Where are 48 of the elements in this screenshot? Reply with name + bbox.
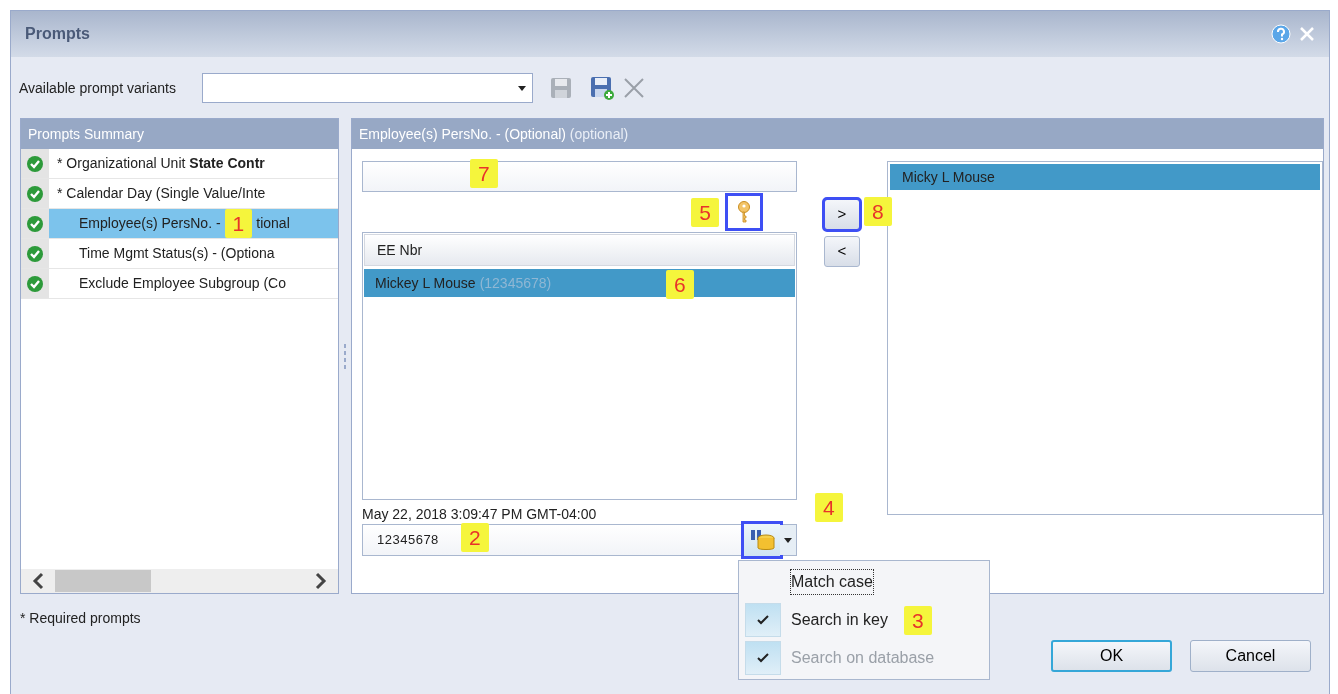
check-icon	[757, 653, 769, 663]
list-row[interactable]: Micky L Mouse	[890, 164, 1320, 190]
check-icon	[757, 615, 769, 625]
ok-button[interactable]: OK	[1051, 640, 1172, 672]
column-header: EE Nbr	[364, 234, 795, 266]
search-button[interactable]	[743, 523, 781, 557]
callout-label: 8	[864, 197, 892, 226]
menu-item[interactable]: Match case	[739, 563, 989, 601]
timestamp-text: May 22, 2018 3:09:47 PM GMT-04:00	[362, 505, 598, 524]
save-icon[interactable]	[548, 76, 573, 100]
footnote-text: * Required prompts	[20, 609, 141, 628]
delete-icon[interactable]	[622, 77, 645, 99]
callout-label: 3	[903, 605, 932, 635]
check-icon	[26, 244, 44, 263]
callout-label: 6	[666, 270, 694, 299]
cancel-button[interactable]: Cancel	[1190, 640, 1311, 672]
check-icon	[26, 274, 44, 293]
summary-item[interactable]: Exclude Employee Subgroup (Co	[49, 269, 338, 298]
check-icon	[26, 154, 44, 173]
summary-item[interactable]: * Calendar Day (Single Value/Inte	[49, 179, 338, 208]
callout-label: 1	[224, 209, 253, 238]
remove-button[interactable]: <	[824, 236, 860, 267]
add-button[interactable]: >	[824, 199, 860, 230]
variants-dropdown[interactable]	[201, 73, 533, 103]
callout-label: 7	[470, 159, 498, 188]
callout-label: 2	[461, 523, 489, 552]
callout-label: 5	[691, 197, 719, 227]
search-field[interactable]	[362, 161, 797, 192]
summary-item[interactable]: Employee(s) PersNo. - 1 tional	[49, 209, 338, 238]
scrollbar[interactable]	[21, 569, 338, 593]
save-as-icon[interactable]	[588, 75, 615, 101]
panel-header: Employee(s) PersNo. - (Optional) (optional)	[352, 119, 1323, 149]
panel-header: Prompts Summary	[21, 119, 338, 149]
field-label: Available prompt variants	[19, 78, 176, 98]
window-title: Prompts	[25, 24, 90, 44]
dropdown-caret-icon[interactable]	[780, 525, 796, 555]
scroll-left-icon[interactable]	[31, 572, 45, 590]
help-icon[interactable]	[1271, 24, 1291, 44]
close-icon[interactable]	[1299, 26, 1315, 42]
callout-label: 4	[815, 493, 843, 522]
caret-icon	[517, 85, 526, 91]
check-icon	[26, 184, 44, 203]
check-icon	[26, 214, 44, 233]
summary-item[interactable]: Time Mgmt Status(s) - (Optiona	[49, 239, 338, 268]
menu-item[interactable]: Search in key 3	[739, 601, 989, 639]
key-icon[interactable]	[727, 195, 761, 229]
scroll-right-icon[interactable]	[314, 572, 328, 590]
summary-item[interactable]: * Organizational Unit State Contr	[49, 149, 338, 178]
